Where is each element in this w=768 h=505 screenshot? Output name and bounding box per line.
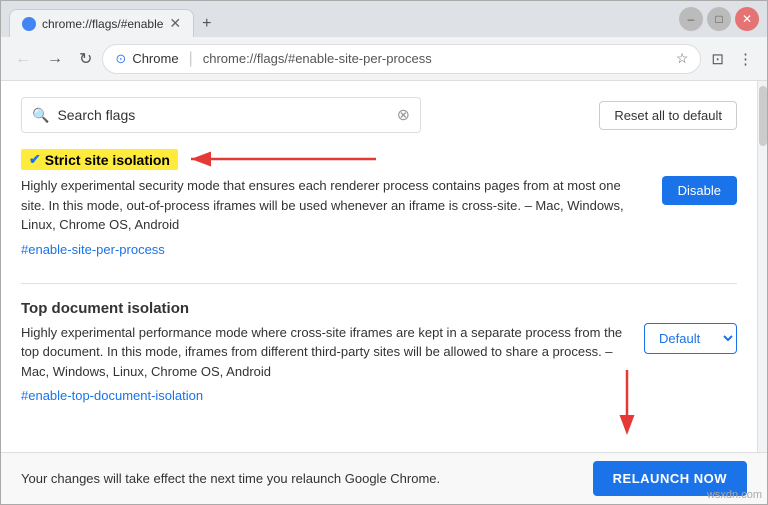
watermark: wsxdn.com [707, 489, 762, 501]
flag-title-row-2: Top document isolation [21, 300, 737, 317]
close-button[interactable]: ✕ [735, 7, 759, 31]
search-clear-icon[interactable]: ⊗ [397, 105, 410, 125]
address-separator: | [189, 50, 193, 68]
annotation-arrow-2 [597, 365, 657, 435]
tab-label: chrome://flags/#enable [42, 17, 163, 31]
search-icon: 🔍 [32, 107, 49, 124]
disable-button[interactable]: Disable [662, 176, 737, 205]
flag-separator [21, 283, 737, 284]
navigation-bar: ← → ↻ ⊙ Chrome | chrome://flags/#enable-… [1, 37, 767, 81]
nav-right-buttons: ⊡ ⋮ [705, 44, 759, 74]
bookmark-star-icon[interactable]: ☆ [676, 50, 689, 67]
flag-description-2: Highly experimental performance mode whe… [21, 323, 628, 382]
browser-window: chrome://flags/#enable ✕ + – □ ✕ ← → ↻ ⊙… [0, 0, 768, 505]
flag-item-strict-site-isolation: ✔ Strict site isolation Highly experimen… [21, 149, 737, 259]
flag-link[interactable]: #enable-site-per-process [21, 242, 165, 257]
flag-link-2[interactable]: #enable-top-document-isolation [21, 388, 203, 403]
reset-all-button[interactable]: Reset all to default [599, 101, 737, 130]
page-content: 🔍 ⊗ Reset all to default [1, 81, 767, 452]
maximize-button[interactable]: □ [707, 7, 731, 31]
forward-button[interactable]: → [41, 44, 69, 74]
checkmark-icon: ✔ [29, 151, 41, 168]
search-row: 🔍 ⊗ Reset all to default [21, 97, 737, 133]
relaunch-notice: Your changes will take effect the next t… [21, 471, 577, 486]
flag-title-2: Top document isolation [21, 300, 189, 317]
address-bar[interactable]: ⊙ Chrome | chrome://flags/#enable-site-p… [102, 44, 701, 74]
site-name: Chrome [132, 51, 178, 66]
default-select[interactable]: Default Enabled Disabled [644, 323, 737, 354]
reload-button[interactable]: ↻ [73, 43, 98, 75]
minimize-button[interactable]: – [679, 7, 703, 31]
new-tab-button[interactable]: + [194, 11, 219, 37]
title-bar: chrome://flags/#enable ✕ + – □ ✕ [1, 1, 767, 37]
scrollbar[interactable] [757, 81, 767, 452]
flags-list: ✔ Strict site isolation Highly experimen… [21, 149, 737, 405]
flag-title-row: ✔ Strict site isolation [21, 149, 737, 170]
scrollbar-thumb[interactable] [759, 86, 767, 146]
flag-enabled-badge: ✔ Strict site isolation [21, 149, 178, 170]
flags-page: 🔍 ⊗ Reset all to default [1, 81, 757, 452]
flag-description: Highly experimental security mode that e… [21, 176, 646, 235]
bottom-bar: Your changes will take effect the next t… [1, 452, 767, 504]
search-input[interactable] [57, 107, 388, 123]
address-url: chrome://flags/#enable-site-per-process [203, 51, 432, 66]
tab-close-button[interactable]: ✕ [169, 15, 181, 32]
window-controls: – □ ✕ [679, 7, 759, 31]
search-box: 🔍 ⊗ [21, 97, 421, 133]
back-button[interactable]: ← [9, 44, 37, 74]
flag-title: Strict site isolation [45, 152, 170, 168]
tab-area: chrome://flags/#enable ✕ + [9, 1, 219, 37]
site-icon: ⊙ [115, 51, 126, 67]
extensions-button[interactable]: ⊡ [705, 44, 730, 74]
active-tab[interactable]: chrome://flags/#enable ✕ [9, 9, 194, 37]
tab-favicon [22, 17, 36, 31]
menu-button[interactable]: ⋮ [732, 44, 759, 74]
